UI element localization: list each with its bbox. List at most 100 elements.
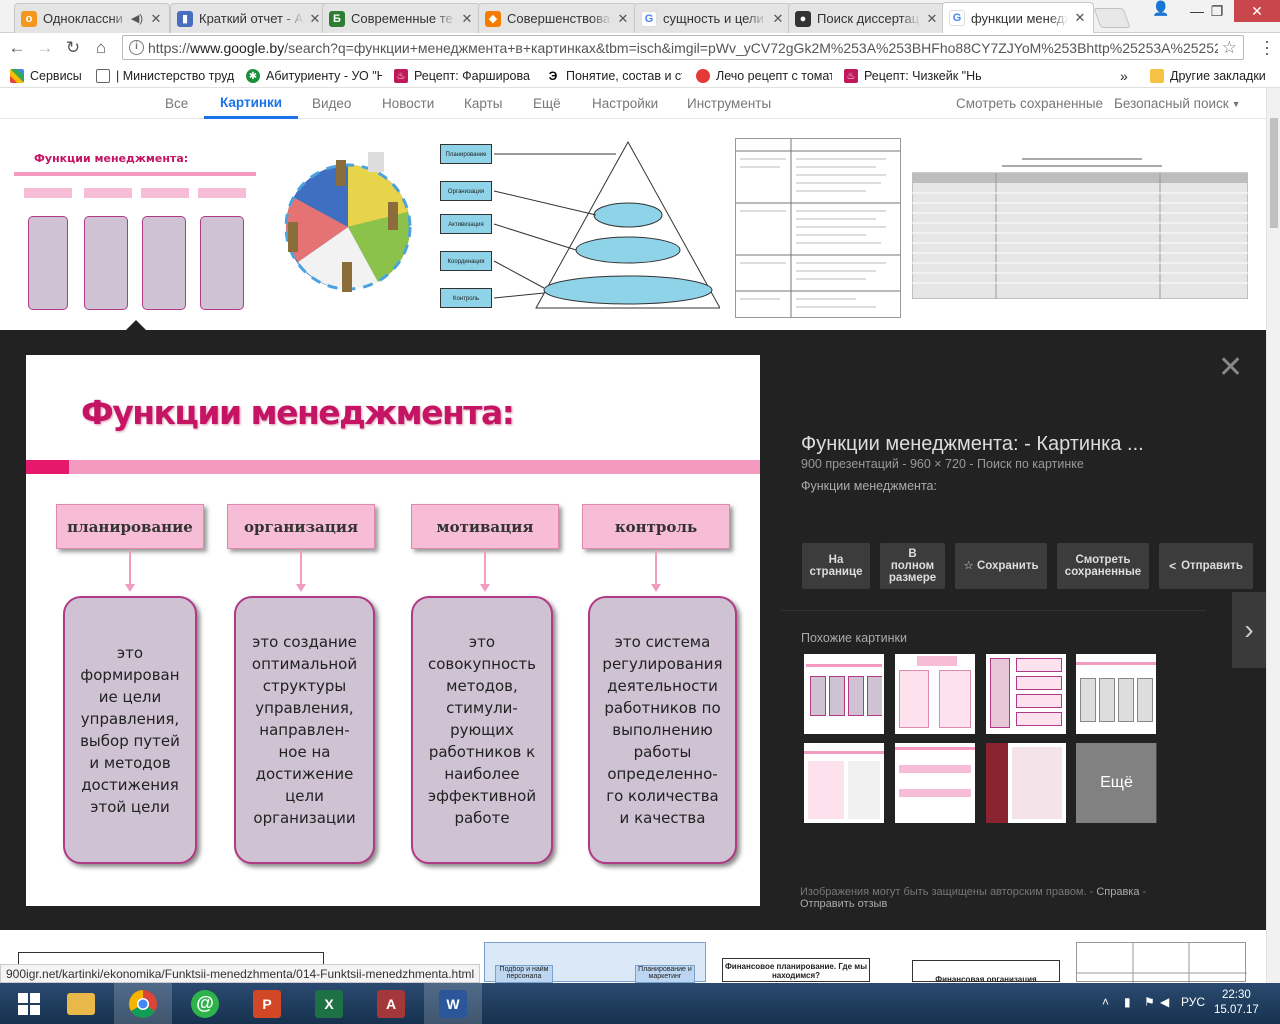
tab-images[interactable]: Картинки xyxy=(204,88,299,119)
flag-icon[interactable]: ⚑ xyxy=(1144,995,1155,1009)
profile-icon[interactable]: 👤 xyxy=(1150,0,1172,22)
close-icon[interactable]: ✕ xyxy=(1073,10,1087,26)
share-button[interactable]: < Отправить xyxy=(1159,543,1253,589)
tab-news[interactable]: Новости xyxy=(382,88,434,119)
tab-dissertation[interactable]: ● Поиск диссертац ✕ xyxy=(788,3,946,33)
result-table-functions[interactable] xyxy=(912,153,1248,299)
tab-odnoklassniki[interactable]: о Одноклассни ◀) ✕ xyxy=(14,3,170,33)
result-thumb[interactable]: Финансовое планирование. Где мы находимс… xyxy=(722,958,870,982)
network-icon[interactable]: ▮ xyxy=(1124,995,1131,1009)
view-saved-button[interactable]: Смотреть сохраненные xyxy=(1057,543,1149,589)
window-close-button[interactable]: ✕ xyxy=(1234,0,1280,22)
language-indicator[interactable]: РУС xyxy=(1181,995,1205,1009)
similar-image[interactable] xyxy=(804,654,884,734)
tab-label: Современные те xyxy=(351,11,453,26)
taskbar-chrome[interactable] xyxy=(114,983,172,1024)
forward-icon[interactable]: → xyxy=(34,37,56,59)
similar-image[interactable] xyxy=(986,654,1066,734)
tab-essence[interactable]: G сущность и цели ✕ xyxy=(634,3,792,33)
close-icon[interactable]: ✕ xyxy=(460,11,474,27)
preview-title[interactable]: Функции менеджмента: - Картинка ... xyxy=(801,433,1144,456)
tab-improvement[interactable]: ◆ Совершенствова ✕ xyxy=(478,3,637,33)
volume-icon[interactable]: ◀ xyxy=(1160,995,1169,1009)
bookmark-other[interactable]: Другие закладки xyxy=(1150,67,1266,85)
similar-image[interactable] xyxy=(1076,654,1156,734)
tab-modern[interactable]: Б Современные те ✕ xyxy=(322,3,481,33)
url-host: www.google.by xyxy=(190,40,285,56)
close-icon[interactable]: ✕ xyxy=(308,11,322,27)
url-text[interactable]: https://www.google.by/search?q=функции+м… xyxy=(148,40,1218,56)
info-icon[interactable]: i xyxy=(129,40,144,55)
bookmark-star-icon[interactable]: ☆ xyxy=(1222,38,1237,58)
system-clock[interactable]: 22:30 15.07.17 xyxy=(1214,988,1259,1018)
taskbar-word[interactable]: W xyxy=(424,983,482,1024)
image-results: Функции менеджмента: Планирование Органи… xyxy=(0,119,1266,330)
bookmark-lecho[interactable]: Лечо рецепт с томат xyxy=(696,67,832,85)
similar-image[interactable] xyxy=(895,743,975,823)
close-icon[interactable]: ✕ xyxy=(771,11,785,27)
start-button[interactable] xyxy=(0,983,58,1024)
taskbar-excel[interactable]: X xyxy=(300,983,358,1024)
similar-image[interactable] xyxy=(895,654,975,734)
taskbar-access[interactable]: A xyxy=(362,983,420,1024)
result-table-laws[interactable] xyxy=(735,138,901,318)
audio-icon[interactable]: ◀) xyxy=(131,12,143,25)
result-functions-boxes[interactable]: Функции менеджмента: xyxy=(14,138,256,319)
help-link[interactable]: Справка xyxy=(1096,886,1139,898)
new-tab-button[interactable] xyxy=(1093,8,1131,28)
next-image-chevron-icon[interactable]: › xyxy=(1232,592,1266,668)
tab-video[interactable]: Видео xyxy=(312,88,351,119)
reload-icon[interactable]: ↻ xyxy=(62,37,84,59)
home-icon[interactable]: ⌂ xyxy=(90,37,112,59)
scrollbar-thumb[interactable] xyxy=(1270,118,1278,228)
full-size-button[interactable]: В полном размере xyxy=(880,543,945,589)
similar-image[interactable] xyxy=(986,743,1066,823)
bookmark-label: Сервисы xyxy=(30,69,82,83)
result-thumb[interactable]: Подбор и найм персонала Планирование и м… xyxy=(484,942,706,983)
safe-search-dropdown[interactable]: Безопасный поиск ▼ xyxy=(1114,88,1241,119)
tab-tools[interactable]: Инструменты xyxy=(687,88,771,119)
visit-page-button[interactable]: На странице xyxy=(802,543,870,589)
address-bar[interactable]: i https://www.google.by/search?q=функции… xyxy=(122,35,1244,60)
function-desc-organization: это создание оптимальной структуры управ… xyxy=(234,596,375,864)
close-icon[interactable]: ✕ xyxy=(925,11,939,27)
tab-functions-active[interactable]: G функции менедж ✕ xyxy=(942,2,1094,33)
result-thumb[interactable]: Финансовая организация xyxy=(912,960,1060,982)
tab-settings[interactable]: Настройки xyxy=(592,88,658,119)
back-icon[interactable]: ← xyxy=(6,37,28,59)
view-saved-link[interactable]: Смотреть сохраненные xyxy=(956,88,1103,119)
feedback-link[interactable]: Отправить отзыв xyxy=(800,898,887,910)
save-button[interactable]: ☆ Сохранить xyxy=(955,543,1047,589)
tab-report[interactable]: ▮ Краткий отчет - А ✕ xyxy=(170,3,329,33)
tab-all[interactable]: Все xyxy=(165,88,188,119)
tab-more[interactable]: Ещё xyxy=(533,88,561,119)
menu-icon[interactable]: · · · xyxy=(1264,32,1270,62)
result-thumb[interactable] xyxy=(1076,942,1247,983)
close-icon[interactable]: ✕ xyxy=(1218,350,1243,385)
maximize-button[interactable]: ❐ xyxy=(1200,0,1234,22)
bookmarks-overflow-chevron-icon[interactable]: » xyxy=(1120,67,1128,85)
vertical-scrollbar[interactable] xyxy=(1266,88,1280,983)
result-people-circle[interactable] xyxy=(268,142,428,302)
taskbar-powerpoint[interactable]: P xyxy=(238,983,296,1024)
result-pyramid[interactable]: Планирование Организация Активизация Коо… xyxy=(436,138,720,318)
taskbar-explorer[interactable] xyxy=(52,983,110,1024)
thumb-box xyxy=(1016,712,1062,726)
thumb-box xyxy=(848,676,864,716)
copyright-notice: Изображения могут быть защищены авторски… xyxy=(800,886,1087,898)
tray-chevron-icon[interactable]: ˄ xyxy=(1102,995,1109,1009)
bookmark-concept[interactable]: Э Понятие, состав и ст xyxy=(546,67,682,85)
tab-maps[interactable]: Карты xyxy=(464,88,502,119)
bookmark-label: Понятие, состав и ст xyxy=(566,69,682,83)
close-icon[interactable]: ✕ xyxy=(149,11,163,27)
bookmark-cheesecake[interactable]: ♨ Рецепт: Чизкейк "Нь xyxy=(844,67,984,85)
more-similar-button[interactable]: Ещё xyxy=(1076,743,1157,823)
preview-image[interactable]: Функции менеджмента: планирование органи… xyxy=(26,355,760,906)
taskbar-mail[interactable]: @ xyxy=(176,983,234,1024)
similar-image[interactable] xyxy=(804,743,884,823)
bookmark-services[interactable]: Сервисы xyxy=(10,67,82,85)
bookmark-recipe-stuffed[interactable]: ♨ Рецепт: Фарширова xyxy=(394,67,534,85)
close-icon[interactable]: ✕ xyxy=(616,11,630,27)
bookmark-ministry[interactable]: | Министерство труд xyxy=(96,67,234,85)
bookmark-applicant[interactable]: ✱ Абитуриенту - УО "Н xyxy=(246,67,382,85)
